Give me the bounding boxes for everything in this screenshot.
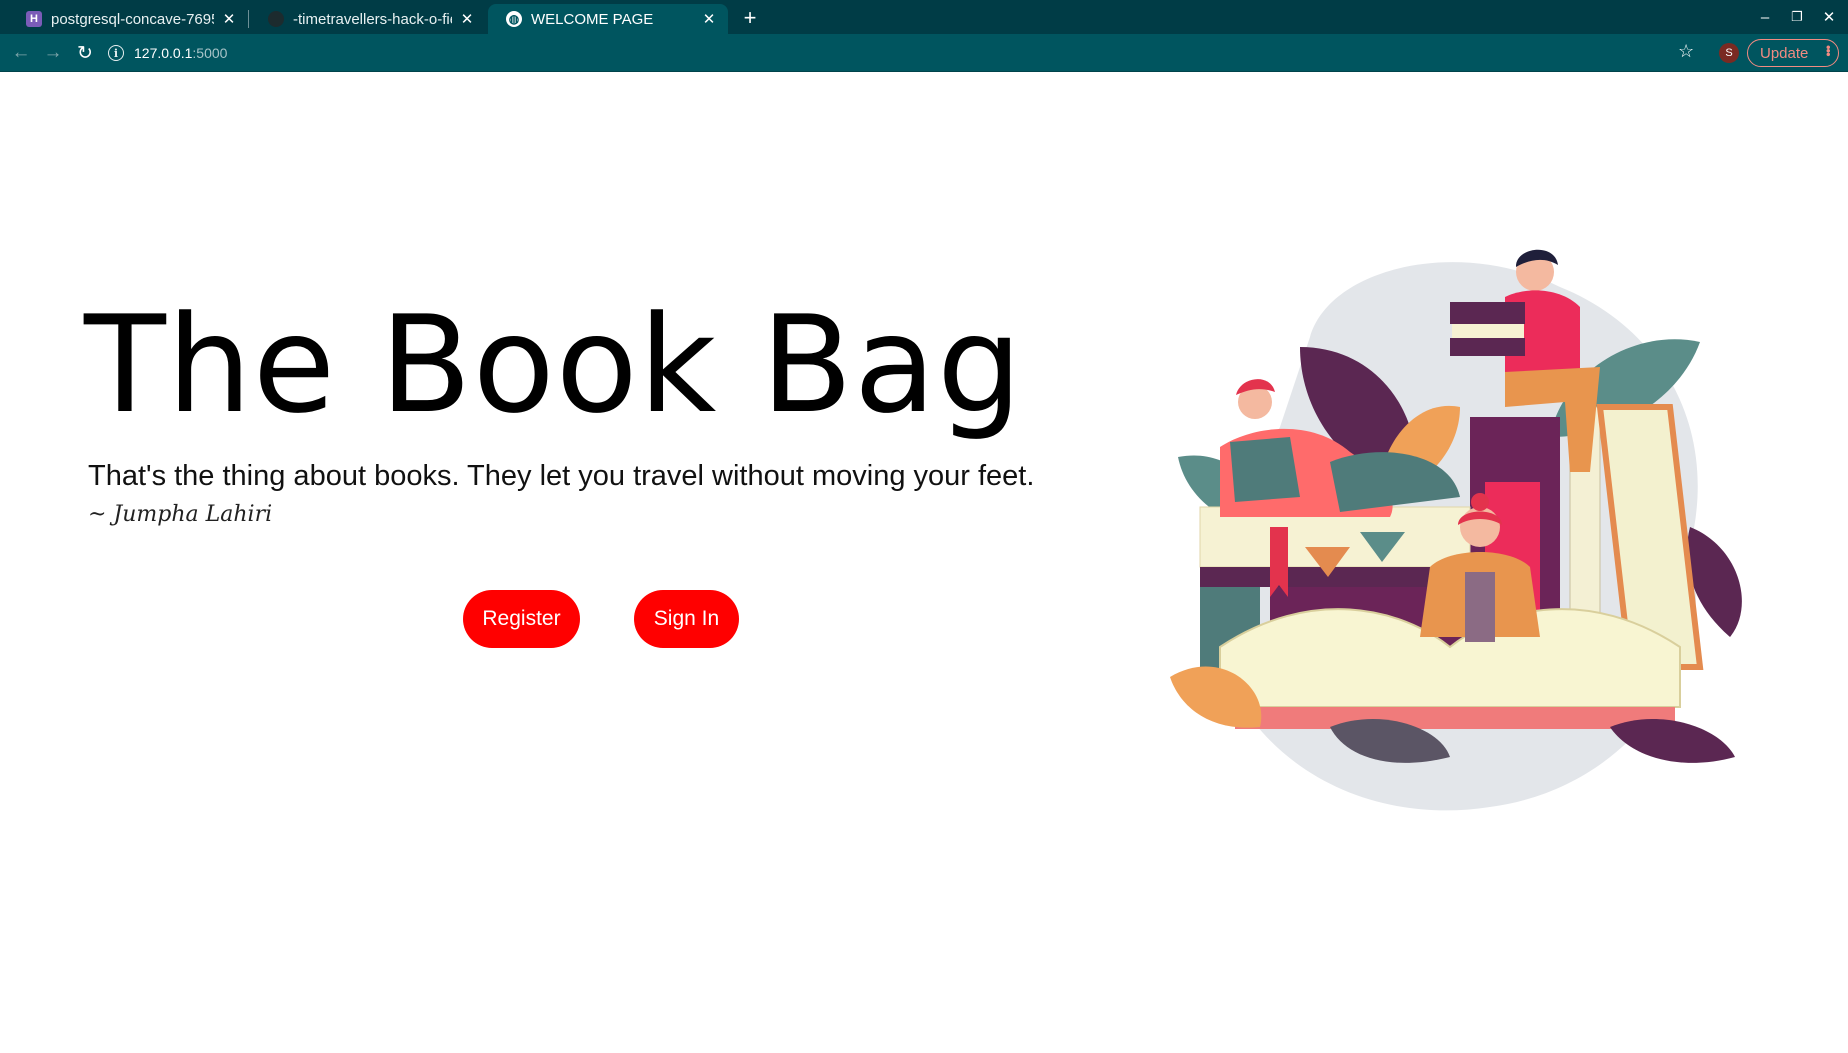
address-bar[interactable]: i 127.0.0.1 :5000 [108,38,1688,68]
tab-title: -timetravellers-hack-o-fie [293,10,452,28]
reload-icon[interactable]: ↻ [72,40,98,66]
page-title: The Book Bag [84,287,1024,443]
tab-welcome-page[interactable]: ◍ WELCOME PAGE ✕ [488,4,728,34]
tab-title: postgresql-concave-7695 [51,10,214,28]
restore-icon[interactable]: ❐ [1785,6,1809,28]
quote-text: That's the thing about books. They let y… [88,460,1035,492]
update-button[interactable]: Update ••• [1747,39,1839,67]
info-icon[interactable]: i [108,45,124,61]
profile-avatar[interactable]: S [1719,43,1739,63]
tab-title: WELCOME PAGE [531,10,654,28]
quote-author: ~ Jumpha Lahiri [88,502,273,527]
close-icon[interactable]: ✕ [458,10,476,28]
update-label: Update [1760,44,1809,62]
new-tab-button[interactable]: + [738,5,762,30]
tab-github[interactable]: -timetravellers-hack-o-fie ✕ [250,4,486,34]
forward-arrow-icon[interactable]: → [40,40,66,66]
people-reading-books-illustration [1170,249,1742,811]
close-window-icon[interactable]: ✕ [1817,6,1841,28]
sign-in-button[interactable]: Sign In [634,590,739,648]
kebab-menu-icon: ••• [1821,45,1836,56]
tab-strip: H postgresql-concave-7695 ✕ -timetravell… [0,0,1848,34]
minimize-icon[interactable]: – [1753,6,1777,28]
close-icon[interactable]: ✕ [220,10,238,28]
register-button[interactable]: Register [463,590,580,648]
heroku-icon: H [26,11,42,27]
welcome-page: The Book Bag That's the thing about book… [0,72,1848,1053]
globe-icon: ◍ [506,11,522,27]
back-arrow-icon[interactable]: ← [8,40,34,66]
github-icon [268,11,284,27]
bookmark-star-icon[interactable]: ☆ [1678,41,1694,62]
close-icon[interactable]: ✕ [700,10,718,28]
tab-postgresql[interactable]: H postgresql-concave-7695 ✕ [8,4,248,34]
url-port: :5000 [192,45,228,61]
browser-toolbar: ← → ↻ i 127.0.0.1 :5000 ☆ S Update ••• [0,34,1848,72]
url-host: 127.0.0.1 [134,45,193,61]
tab-separator [248,10,249,28]
